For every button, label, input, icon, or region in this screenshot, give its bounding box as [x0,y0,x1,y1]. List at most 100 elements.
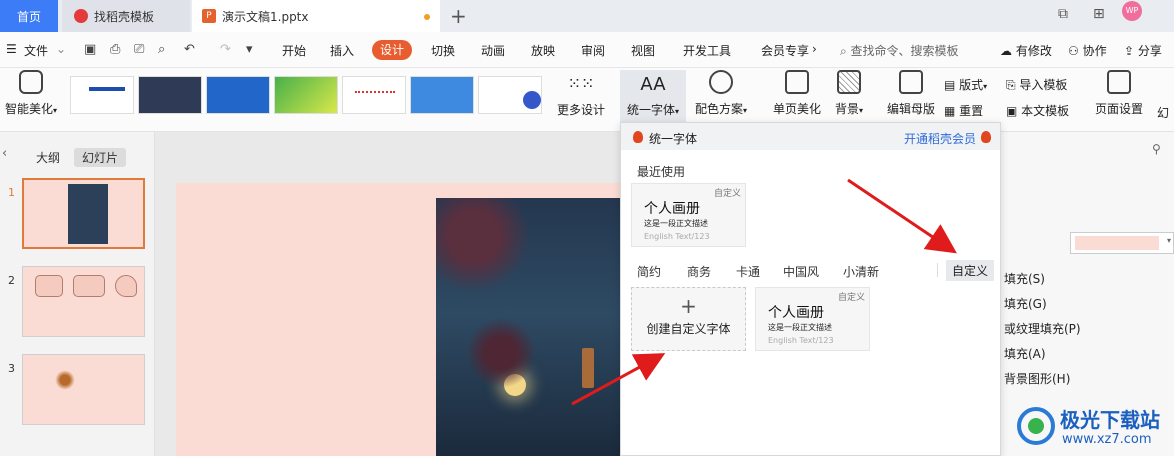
undo-icon[interactable]: ↶ [184,42,195,57]
menu-design[interactable]: 设计 [372,40,412,60]
category-cartoon[interactable]: 卡通 [736,263,760,280]
menu-insert[interactable]: 插入 [330,42,354,59]
tab-templates[interactable]: 找稻壳模板 [62,0,190,32]
page-setup-label: 页面设置 [1094,102,1143,116]
page-setup-button[interactable]: 页面设置 [1092,70,1146,117]
custom-font-card[interactable]: 自定义 个人画册 这是一段正文描述 English Text/123 [755,287,870,351]
font-card-desc: 这是一段正文描述 [768,323,832,332]
unify-font-button[interactable]: AA 统一字体▾ [620,70,686,124]
print-icon[interactable]: ⎚ [134,42,144,57]
page-setup-icon [1107,70,1131,94]
create-custom-font-button[interactable]: + 创建自定义字体 [631,287,746,351]
unify-font-label: 统一字体 [626,103,675,117]
flame-icon [981,131,991,143]
chevron-down-icon[interactable]: ⌄ [56,42,66,56]
font-card-en: English Text/123 [644,232,710,241]
share-label: 分享 [1137,44,1162,58]
slide-size-button[interactable]: 幻 [1152,104,1174,121]
color-scheme-button[interactable]: 配色方案▾ [690,70,752,117]
redo-icon[interactable]: ↷ [220,42,231,57]
design-thumb-7[interactable] [478,76,542,114]
tab-bar: 首页 找稻壳模板 P 演示文稿1.pptx + ⧉ ⊞ WP [0,0,1174,32]
watermark-url: www.xz7.com [1062,432,1152,447]
menu-view[interactable]: 视图 [631,42,655,59]
menu-developer[interactable]: 开发工具 [683,42,731,59]
edit-master-button[interactable]: 编辑母版 [884,70,938,117]
avatar[interactable]: WP [1122,1,1142,21]
tab-slides[interactable]: 幻灯片 [74,148,127,167]
docer-flame-icon [633,131,643,143]
cloud-icon: ☁ [1000,44,1012,58]
slide-thumbnail-3[interactable] [22,354,145,425]
fill-option-1[interactable]: 填充(S) [1004,270,1045,287]
reset-button[interactable]: ▦ 重置 [944,102,983,119]
leaves [456,308,546,398]
pin-icon[interactable]: ⚲ [1152,142,1161,156]
hamburger-icon[interactable]: ☰ [6,42,17,56]
slide-thumbnail-2[interactable] [22,266,145,337]
single-page-beautify-button[interactable]: 单页美化 [770,70,824,117]
menu-file[interactable]: 文件 [24,42,48,59]
design-thumb-2[interactable] [138,76,202,114]
more-designs-button[interactable]: ⁙⁙ 更多设计 [553,70,609,118]
share-button[interactable]: ⇪ 分享 [1124,42,1162,59]
menu-member[interactable]: 会员专享 [761,42,809,59]
fill-option-3[interactable]: 或纹理填充(P) [1004,320,1081,337]
this-template-button[interactable]: ▣ 本文模板 [1006,102,1069,119]
import-template-button[interactable]: ⎘ 导入模板 [1006,76,1067,93]
more-icon[interactable]: ▾ [246,42,253,57]
layout-button[interactable]: ▤ 版式▾ [944,76,987,93]
fill-option-2[interactable]: 填充(G) [1004,295,1047,312]
collapse-icon[interactable]: ‹ [2,146,7,161]
tab-outline[interactable]: 大纲 [28,148,68,167]
collab-button[interactable]: ⚇ 协作 [1068,42,1107,59]
fill-option-5[interactable]: 背景图形(H) [1004,370,1070,387]
chevron-right-icon[interactable]: › [812,42,817,56]
design-thumb-1[interactable] [70,76,134,114]
preview-icon[interactable]: ⌕ [158,42,165,57]
background-button[interactable]: 背景▾ [828,70,870,117]
grid-icon[interactable]: ⊞ [1093,6,1105,22]
menu-bar: ☰ 文件 ⌄ ▣ ⎙ ⎚ ⌕ ↶ ↷ ▾ 开始 插入 设计 切换 动画 放映 审… [0,32,1174,68]
search-command[interactable]: ⌕ 查找命令、搜索模板 [840,42,959,59]
design-thumb-3[interactable] [206,76,270,114]
fill-color-select[interactable]: ▾ [1070,232,1174,254]
new-tab-icon[interactable]: + [450,4,467,28]
design-thumb-5[interactable] [342,76,406,114]
category-fresh[interactable]: 小清新 [843,263,879,280]
ppt-file-icon: P [202,9,216,23]
slide-thumbnail-1[interactable] [22,178,145,249]
tab-home[interactable]: 首页 [0,0,58,32]
member-link[interactable]: 开通稻壳会员 [904,130,976,147]
export-pdf-icon[interactable]: ⎙ [110,42,120,57]
design-thumb-6[interactable] [410,76,474,114]
docer-logo-icon [74,9,88,23]
category-business[interactable]: 商务 [687,263,711,280]
thumb-shape [73,275,105,297]
menu-animation[interactable]: 动画 [481,42,505,59]
search-label: 查找命令、搜索模板 [850,44,959,58]
category-custom[interactable]: 自定义 [946,260,995,281]
master-icon [899,70,923,94]
category-simple[interactable]: 简约 [637,263,661,280]
menu-transition[interactable]: 切换 [431,42,455,59]
menu-slideshow[interactable]: 放映 [531,42,555,59]
fill-option-4[interactable]: 填充(A) [1004,345,1046,362]
category-chinese[interactable]: 中国风 [783,263,819,280]
import-icon: ⎘ [1006,78,1020,92]
design-thumb-4[interactable] [274,76,338,114]
slide-size-label: 幻 [1156,106,1169,120]
leaves [436,198,546,308]
recent-font-card[interactable]: 自定义 个人画册 这是一段正文描述 English Text/123 [631,183,746,247]
tab-document[interactable]: P 演示文稿1.pptx [192,0,440,32]
save-icon[interactable]: ▣ [84,42,96,57]
slide-photo[interactable] [436,198,621,456]
reading-mode-icon[interactable]: ⧉ [1058,6,1068,22]
menu-start[interactable]: 开始 [282,42,306,59]
smart-beautify-button[interactable]: 智能美化▾ [2,70,60,117]
reset-label: 重置 [959,104,984,118]
modified-button[interactable]: ☁ 有修改 [1000,42,1052,59]
font-card-desc: 这是一段正文描述 [644,219,708,228]
menu-review[interactable]: 审阅 [581,42,605,59]
this-template-label: 本文模板 [1021,104,1070,118]
